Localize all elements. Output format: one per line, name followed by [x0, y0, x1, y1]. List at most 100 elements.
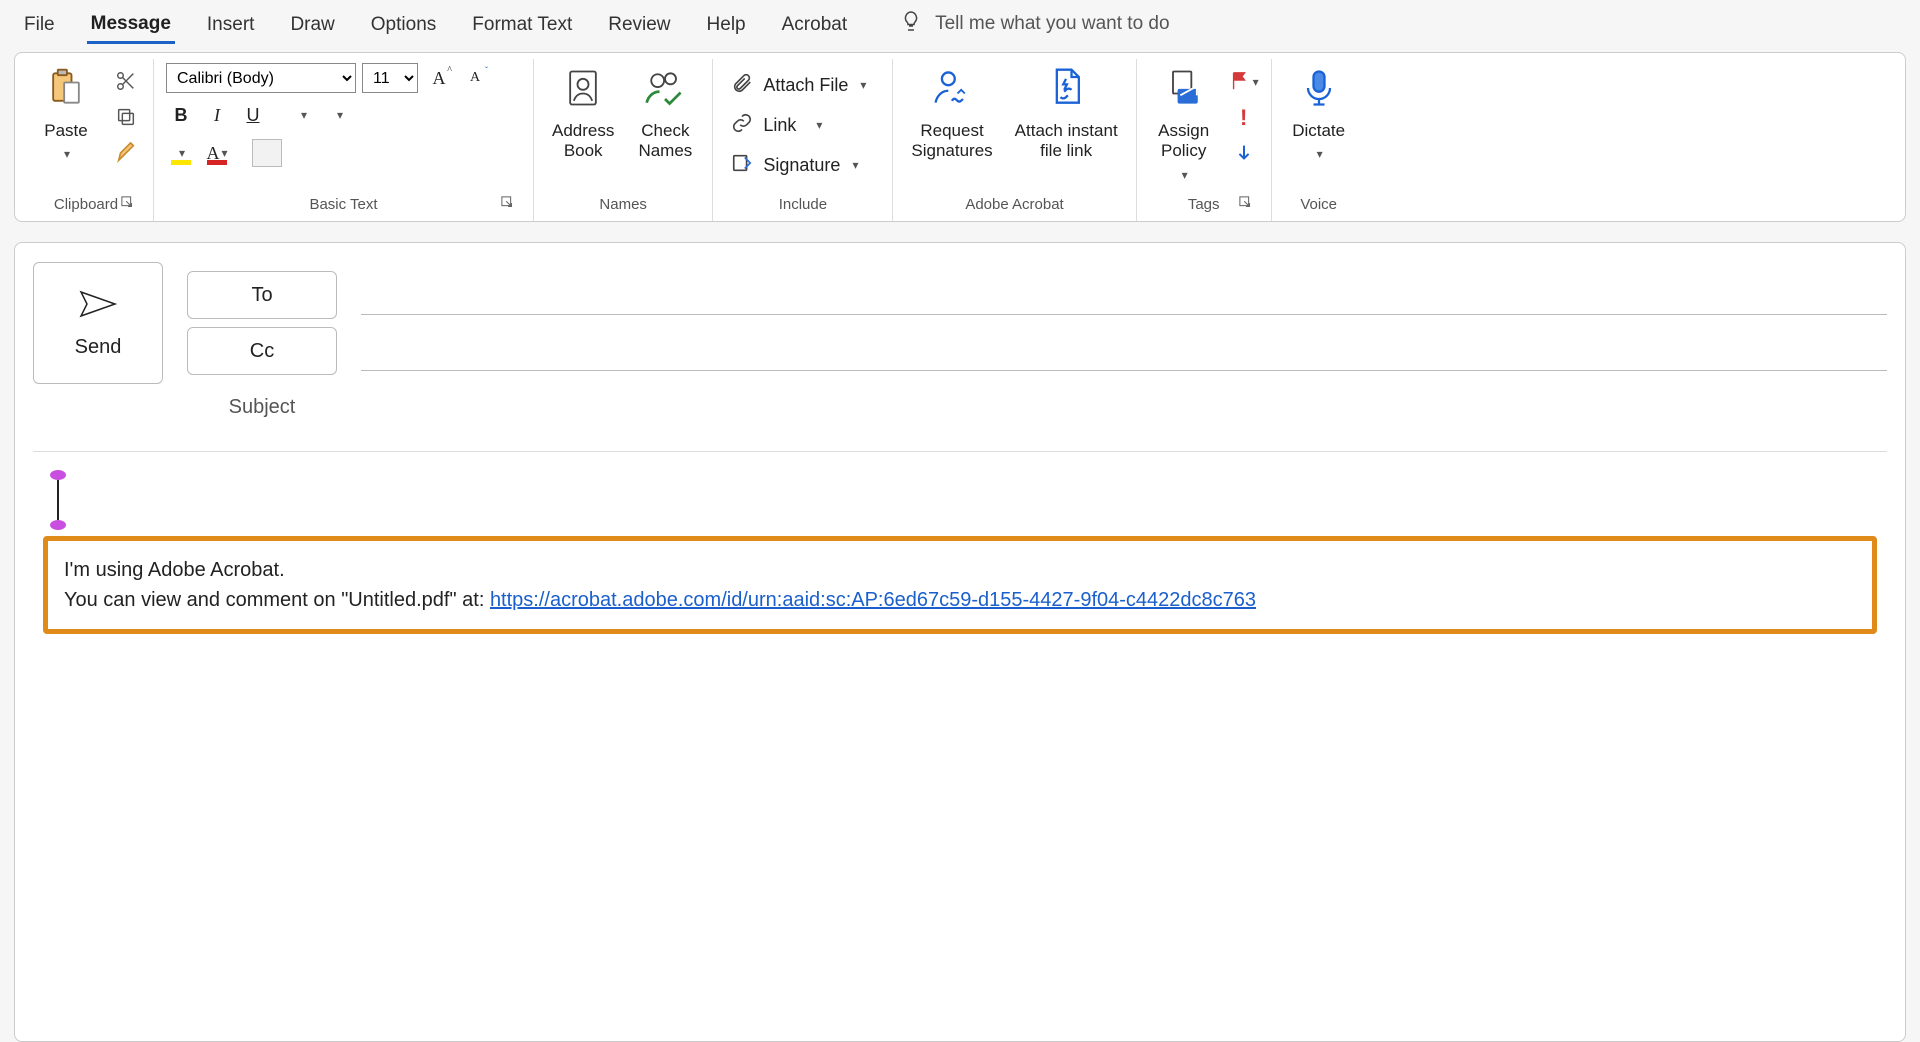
link-label: Link — [763, 115, 796, 136]
copy-button[interactable] — [111, 105, 141, 131]
acrobat-share-link[interactable]: https://acrobat.adobe.com/id/urn:aaid:sc… — [490, 589, 1256, 611]
decrease-indent-button[interactable] — [374, 101, 404, 129]
send-icon — [78, 288, 118, 326]
outlook-compose-window: File Message Insert Draw Options Format … — [0, 0, 1920, 1042]
check-names-label: Check Names — [638, 121, 692, 162]
tab-file[interactable]: File — [20, 6, 59, 42]
ribbon-tabs: File Message Insert Draw Options Format … — [0, 0, 1920, 48]
group-acrobat: Request Signatures Attach instant file l… — [893, 59, 1136, 221]
request-signatures-button[interactable]: Request Signatures — [905, 63, 998, 166]
signature-label: Signature — [763, 155, 840, 176]
request-sig-label: Request Signatures — [911, 121, 992, 162]
paste-button[interactable]: Paste ▾ — [31, 63, 101, 166]
group-clipboard: Paste ▾ Clipboard — [19, 59, 154, 221]
tab-help[interactable]: Help — [703, 6, 750, 42]
font-size-select[interactable]: 11 — [362, 63, 418, 93]
to-field[interactable] — [361, 275, 1887, 315]
tell-me-text: Tell me what you want to do — [935, 13, 1169, 35]
group-tags: Assign Policy▾ ▾ ! Tags — [1137, 59, 1272, 221]
clipboard-launcher[interactable] — [121, 196, 135, 210]
acrobat-group-label: Adobe Acrobat — [965, 196, 1063, 213]
grow-font-button[interactable]: A^ — [424, 64, 454, 92]
follow-up-flag-button[interactable]: ▾ — [1229, 69, 1259, 95]
high-importance-button[interactable]: ! — [1229, 105, 1259, 131]
tab-insert[interactable]: Insert — [203, 6, 259, 42]
microphone-icon — [1297, 66, 1341, 115]
tab-message[interactable]: Message — [87, 5, 175, 44]
person-sign-icon — [930, 66, 974, 115]
attach-file-button[interactable]: Attach File▾ — [725, 67, 872, 103]
align-right-button[interactable] — [324, 139, 354, 167]
underline-button[interactable]: U — [238, 101, 268, 129]
body-line-2-prefix: You can view and comment on "Untitled.pd… — [64, 589, 490, 611]
group-names: Address Book Check Names Names — [534, 59, 713, 221]
check-names-button[interactable]: Check Names — [630, 63, 700, 166]
italic-button[interactable]: I — [202, 101, 232, 129]
paperclip-icon — [731, 72, 753, 99]
tags-launcher[interactable] — [1239, 196, 1253, 210]
assign-policy-label: Assign Policy — [1158, 121, 1209, 162]
increase-indent-button[interactable] — [410, 101, 440, 129]
copy-icon — [115, 106, 137, 131]
subject-label: Subject — [187, 396, 337, 419]
basic-text-launcher[interactable] — [501, 196, 515, 210]
group-include: Attach File▾ Link▾ Signature▾ Include — [713, 59, 893, 221]
format-painter-button[interactable] — [111, 141, 141, 167]
link-button[interactable]: Link▾ — [725, 107, 828, 143]
tab-acrobat[interactable]: Acrobat — [778, 6, 851, 42]
bold-button[interactable]: B — [166, 101, 196, 129]
address-book-button[interactable]: Address Book — [546, 63, 620, 166]
policy-icon — [1162, 66, 1206, 115]
brush-icon — [115, 142, 137, 167]
cut-button[interactable] — [111, 69, 141, 95]
chevron-down-icon: ▾ — [64, 147, 70, 161]
cc-button[interactable]: Cc — [187, 327, 337, 375]
cc-field[interactable] — [361, 331, 1887, 371]
signature-icon — [731, 152, 753, 179]
voice-group-label: Voice — [1300, 196, 1337, 213]
tab-format-text[interactable]: Format Text — [468, 6, 576, 42]
tab-review[interactable]: Review — [604, 6, 674, 42]
attach-file-label: Attach File — [763, 75, 848, 96]
font-name-select[interactable]: Calibri (Body) — [166, 63, 356, 93]
align-left-button[interactable] — [252, 139, 282, 167]
clear-formatting-button[interactable]: A — [374, 139, 404, 167]
tab-options[interactable]: Options — [367, 6, 440, 42]
numbering-button[interactable]: 123▾ — [324, 101, 354, 129]
tell-me-search[interactable]: Tell me what you want to do — [899, 9, 1169, 39]
change-tracking-marker — [43, 470, 73, 530]
check-names-icon — [643, 66, 687, 115]
send-button[interactable]: Send — [33, 262, 163, 384]
subject-field[interactable] — [361, 387, 1887, 427]
file-link-icon — [1044, 66, 1088, 115]
clipboard-group-label: Clipboard — [54, 196, 118, 213]
to-button[interactable]: To — [187, 271, 337, 319]
signature-button[interactable]: Signature▾ — [725, 147, 864, 183]
paste-label: Paste — [44, 121, 87, 141]
body-line-2: You can view and comment on "Untitled.pd… — [64, 585, 1856, 615]
attach-instant-link-button[interactable]: Attach instant file link — [1009, 63, 1124, 166]
ribbon: Paste ▾ Clipboard Calibri (Body) — [14, 52, 1906, 222]
bullets-button[interactable]: ▾ — [288, 101, 318, 129]
low-importance-button[interactable] — [1229, 141, 1259, 167]
scissors-icon — [115, 70, 137, 95]
align-center-button[interactable] — [288, 139, 318, 167]
group-basic-text: Calibri (Body) 11 A^ Aˇ B I U ▾ 123▾ — [154, 59, 534, 221]
paste-icon — [44, 66, 88, 115]
message-body[interactable]: I'm using Adobe Acrobat. You can view an… — [33, 452, 1887, 652]
names-group-label: Names — [599, 196, 647, 213]
shrink-font-button[interactable]: Aˇ — [460, 64, 490, 92]
link-icon — [731, 112, 753, 139]
send-label: Send — [75, 336, 122, 359]
tab-draw[interactable]: Draw — [286, 6, 338, 42]
highlight-button[interactable]: ▾ — [166, 139, 196, 167]
font-color-button[interactable]: A▾ — [202, 139, 232, 167]
dictate-button[interactable]: Dictate ▾ — [1284, 63, 1354, 166]
body-line-1: I'm using Adobe Acrobat. — [64, 555, 1856, 585]
include-group-label: Include — [779, 196, 827, 213]
attach-link-label: Attach instant file link — [1015, 121, 1118, 162]
address-book-icon — [561, 66, 605, 115]
importance-low-icon — [1233, 142, 1255, 167]
lightbulb-icon — [899, 9, 923, 39]
assign-policy-button[interactable]: Assign Policy▾ — [1149, 63, 1219, 186]
